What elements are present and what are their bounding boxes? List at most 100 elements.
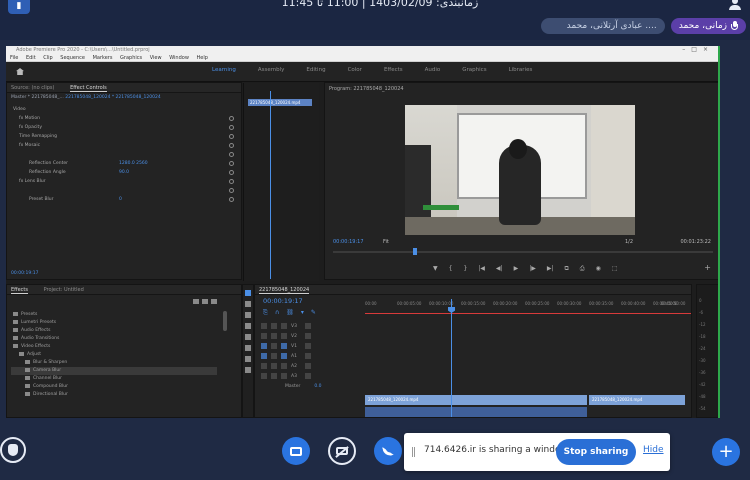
reset-icon[interactable] — [229, 170, 234, 175]
stop-sharing-button[interactable]: Stop sharing — [556, 439, 636, 465]
add-button[interactable]: + — [712, 438, 740, 466]
pen-tool-icon[interactable] — [245, 345, 251, 351]
program-timecode[interactable]: 00:00:19:17 — [333, 239, 364, 245]
reset-icon[interactable] — [229, 143, 234, 148]
effect-property-row[interactable]: fx Mosaic — [7, 141, 243, 150]
tab-source[interactable]: Source: (no clips) — [11, 85, 54, 91]
effect-property-row[interactable]: fx Opacity — [7, 123, 243, 132]
nest-icon[interactable]: ⎘ — [263, 309, 268, 317]
source-patch-icon[interactable] — [261, 343, 267, 349]
transport-button[interactable]: { — [449, 265, 453, 273]
effects-tree-item[interactable]: Directional Blur — [11, 391, 217, 399]
effects-tree-item[interactable]: Video Effects — [11, 343, 217, 351]
effects-tree-item[interactable]: Audio Effects — [11, 327, 217, 335]
marker-icon[interactable]: ▾ — [301, 309, 304, 317]
source-patch-icon[interactable] — [261, 333, 267, 339]
workspace-tab-color[interactable]: Color — [348, 67, 362, 73]
participant-chip[interactable]: عبادی آرتلانی، محمد .... — [540, 18, 665, 34]
lock-icon[interactable] — [271, 363, 277, 369]
effects-tree-item[interactable]: Lumetri Presets — [11, 319, 217, 327]
screen-share-button[interactable] — [282, 437, 310, 465]
menu-file[interactable]: File — [10, 55, 18, 61]
effect-property-row[interactable]: Preset Blur 0 — [7, 195, 243, 204]
transport-button[interactable]: |◀ — [478, 265, 485, 273]
reset-icon[interactable] — [229, 197, 234, 202]
track-target-icon[interactable] — [281, 353, 287, 359]
transport-button[interactable]: ⬚ — [612, 265, 618, 273]
track-header[interactable]: A3 — [259, 371, 363, 381]
audio-phone-button[interactable] — [374, 437, 402, 465]
effects-tree-item[interactable]: Compound Blur — [11, 383, 217, 391]
lock-icon[interactable] — [271, 373, 277, 379]
effect-property-value[interactable]: 90.0 — [119, 168, 129, 177]
menu-graphics[interactable]: Graphics — [120, 55, 142, 61]
effect-property-row[interactable]: Video — [7, 105, 243, 114]
timeline-playhead-line[interactable] — [451, 299, 452, 417]
reset-icon[interactable] — [229, 179, 234, 184]
workspace-tab-libraries[interactable]: Libraries — [509, 67, 533, 73]
menu-view[interactable]: View — [150, 55, 162, 61]
program-quality-select[interactable]: 1/2 — [625, 239, 633, 245]
source-patch-icon[interactable] — [261, 353, 267, 359]
yuv-icon[interactable] — [211, 299, 217, 304]
track-header[interactable]: V2 — [259, 331, 363, 341]
type-tool-icon[interactable] — [245, 367, 251, 373]
menu-help[interactable]: Help — [197, 55, 208, 61]
reset-icon[interactable] — [229, 161, 234, 166]
track-header[interactable]: A1 — [259, 351, 363, 361]
timeline-timecode[interactable]: 00:00:19:17 — [263, 297, 303, 305]
slip-tool-icon[interactable] — [245, 334, 251, 340]
menu-edit[interactable]: Edit — [26, 55, 36, 61]
transport-button[interactable]: ⎙ — [580, 265, 585, 273]
linked-icon[interactable]: ⛓ — [286, 309, 294, 317]
transport-button[interactable]: |▶ — [529, 265, 536, 273]
workspace-tab-assembly[interactable]: Assembly — [258, 67, 285, 73]
audio-clip[interactable] — [365, 407, 587, 417]
program-playhead[interactable] — [413, 248, 417, 255]
effect-property-row[interactable]: fx Lens Blur — [7, 177, 243, 186]
reset-icon[interactable] — [229, 116, 234, 121]
effects-scrollbar[interactable] — [223, 311, 227, 331]
menu-window[interactable]: Window — [169, 55, 189, 61]
button-editor-add[interactable]: + — [704, 263, 711, 272]
mute-icon[interactable] — [305, 363, 311, 369]
master-value[interactable]: 0.0 — [314, 384, 321, 389]
ec-timecode[interactable]: 00:00:19:17 — [11, 271, 38, 276]
effect-property-row[interactable]: Time Remapping — [7, 132, 243, 141]
workspace-tab-audio[interactable]: Audio — [425, 67, 441, 73]
menu-sequence[interactable]: Sequence — [60, 55, 85, 61]
effects-tree-item[interactable]: Adjust — [11, 351, 217, 359]
transport-button[interactable]: ◉ — [596, 265, 601, 273]
camera-toggle-button[interactable] — [328, 437, 356, 465]
effect-property-row[interactable]: Reflection Center 1280.0 2560 — [7, 159, 243, 168]
lock-icon[interactable] — [271, 343, 277, 349]
effect-property-row[interactable] — [7, 186, 243, 195]
track-target-icon[interactable] — [281, 323, 287, 329]
lock-icon[interactable] — [271, 323, 277, 329]
effects-tree-item[interactable]: Channel Blur — [11, 375, 217, 383]
video-clip[interactable]: 221785048_120024.mp4 — [365, 395, 587, 405]
source-patch-icon[interactable] — [261, 323, 267, 329]
effect-property-value[interactable]: 1280.0 2560 — [119, 159, 148, 168]
eye-icon[interactable] — [305, 343, 311, 349]
menu-markers[interactable]: Markers — [93, 55, 113, 61]
track-target-icon[interactable] — [281, 363, 287, 369]
program-scrub-bar[interactable] — [333, 251, 713, 253]
transport-button[interactable]: ▶| — [547, 265, 554, 273]
source-patch-icon[interactable] — [261, 363, 267, 369]
ripple-edit-tool-icon[interactable] — [245, 312, 251, 318]
effects-tree-item[interactable]: Presets — [11, 311, 217, 319]
tab-effects[interactable]: Effects — [11, 287, 28, 294]
track-header[interactable]: V3 — [259, 321, 363, 331]
mute-icon[interactable] — [305, 353, 311, 359]
wrench-icon[interactable]: ✎ — [311, 309, 316, 317]
mute-icon[interactable] — [305, 373, 311, 379]
source-patch-icon[interactable] — [261, 373, 267, 379]
effects-tree-item[interactable]: Audio Transitions — [11, 335, 217, 343]
raise-hand-button[interactable] — [0, 437, 26, 463]
workspace-tab-graphics[interactable]: Graphics — [462, 67, 486, 73]
workspace-tab-learning[interactable]: Learning — [212, 67, 236, 73]
tab-effect-controls[interactable]: Effect Controls — [70, 85, 107, 92]
reset-icon[interactable] — [229, 125, 234, 130]
transport-button[interactable]: ▶ — [514, 265, 519, 273]
